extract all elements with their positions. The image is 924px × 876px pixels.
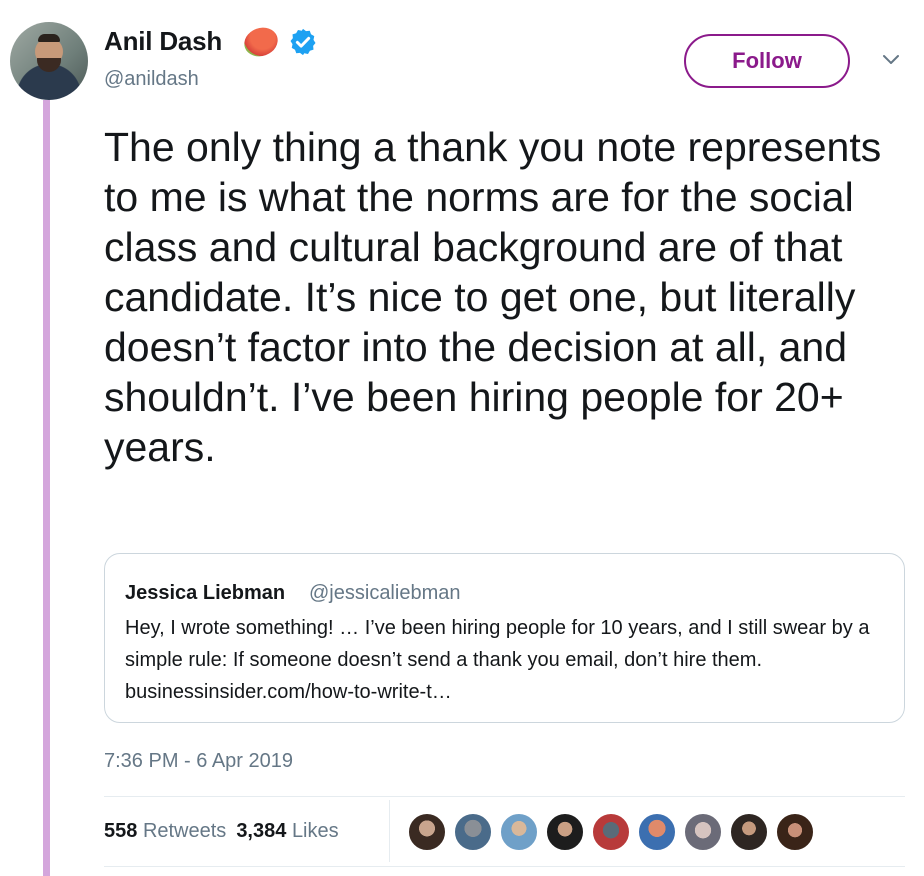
liker-avatar[interactable] bbox=[453, 812, 493, 852]
avatar-hair bbox=[38, 34, 60, 42]
likes-label: Likes bbox=[291, 820, 339, 842]
follow-button[interactable]: Follow bbox=[684, 34, 850, 88]
liker-avatar[interactable] bbox=[499, 812, 539, 852]
thread-line bbox=[43, 100, 50, 876]
retweets-stat[interactable]: 558 Retweets bbox=[104, 820, 226, 843]
liker-avatar[interactable] bbox=[637, 812, 677, 852]
quoted-author-handle: @jessicaliebman bbox=[309, 582, 461, 604]
liker-avatar[interactable] bbox=[775, 812, 815, 852]
author-name[interactable]: Anil Dash bbox=[104, 26, 222, 57]
stats-divider-top bbox=[104, 796, 905, 797]
liker-avatars bbox=[407, 812, 815, 852]
avatar-beard bbox=[37, 58, 61, 72]
author-avatar[interactable] bbox=[10, 22, 88, 100]
author-handle[interactable]: @anildash bbox=[104, 68, 199, 91]
chevron-down-icon[interactable] bbox=[882, 54, 900, 66]
tweet-stats: 558 Retweets 3,384 Likes bbox=[104, 820, 339, 843]
likes-stat[interactable]: 3,384 Likes bbox=[236, 820, 338, 843]
tweet-timestamp[interactable]: 7:36 PM - 6 Apr 2019 bbox=[104, 750, 293, 773]
quoted-tweet-card[interactable]: Jessica Liebman @jessicaliebman Hey, I w… bbox=[104, 553, 905, 723]
liker-avatar[interactable] bbox=[545, 812, 585, 852]
tweet-text: The only thing a thank you note represen… bbox=[104, 124, 882, 470]
retweets-label: Retweets bbox=[142, 820, 227, 842]
quoted-author-name: Jessica Liebman bbox=[125, 582, 286, 604]
liker-avatar[interactable] bbox=[729, 812, 769, 852]
likes-count: 3,384 bbox=[236, 820, 287, 842]
liker-avatar[interactable] bbox=[591, 812, 631, 852]
stats-divider-bottom bbox=[104, 866, 905, 867]
liker-avatar[interactable] bbox=[683, 812, 723, 852]
verified-badge-icon bbox=[290, 28, 316, 56]
retweets-count: 558 bbox=[104, 820, 138, 842]
quoted-tweet-text: Hey, I wrote something! … I’ve been hiri… bbox=[125, 617, 870, 703]
peach-emoji-icon bbox=[240, 23, 282, 61]
stats-separator bbox=[389, 800, 390, 862]
liker-avatar[interactable] bbox=[407, 812, 447, 852]
